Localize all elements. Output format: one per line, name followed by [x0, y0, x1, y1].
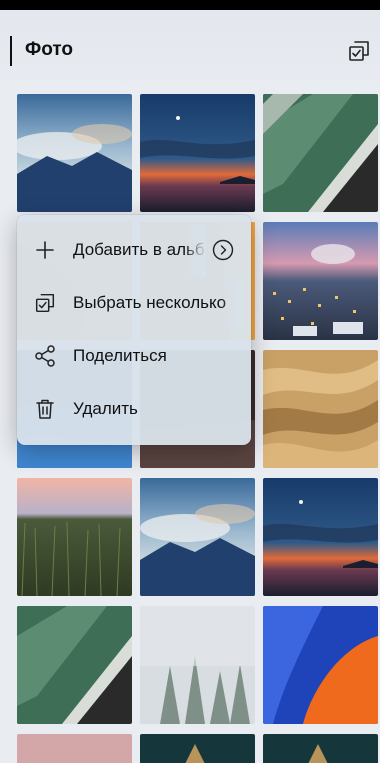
share-icon: [35, 345, 55, 367]
page-title: Фото: [25, 39, 74, 60]
photo-tile[interactable]: [140, 606, 255, 724]
header: Фото: [0, 10, 380, 86]
photo-tile[interactable]: [263, 606, 378, 724]
context-menu: Добавить в альбом Выбрать несколько Поде…: [17, 215, 251, 445]
photo-tile[interactable]: [140, 94, 255, 212]
photo-aurora: [140, 734, 255, 763]
photo-tile[interactable]: [263, 350, 378, 468]
menu-label-select-multiple: Выбрать несколько: [73, 293, 227, 312]
photo-tile[interactable]: [140, 734, 255, 763]
menu-item-add-to-album[interactable]: Добавить в альбом: [17, 225, 251, 277]
photo-aerial-waves: [263, 94, 378, 212]
photo-sunset-sea: [140, 94, 255, 212]
photo-tile[interactable]: [140, 478, 255, 596]
photo-tile[interactable]: [263, 734, 378, 763]
trash-icon: [36, 399, 54, 419]
menu-label-delete: Удалить: [73, 399, 138, 418]
photo-orange-blue-abstract: [263, 606, 378, 724]
photo-tile[interactable]: [17, 606, 132, 724]
label-fade: [221, 278, 243, 330]
photo-dusk-city: [263, 222, 378, 340]
photo-tile[interactable]: [263, 222, 378, 340]
photo-mountain-clouds: [140, 478, 255, 596]
photos-window: Фото Добавить в Выбрать несколько Подели…: [0, 10, 380, 763]
photo-tile[interactable]: [17, 478, 132, 596]
photo-snowy-forest: [140, 606, 255, 724]
plus-icon: [36, 241, 54, 259]
photo-sunset-clouds: [17, 734, 132, 763]
photo-aurora: [263, 734, 378, 763]
menu-label-share: Поделиться: [73, 346, 167, 365]
photo-tile[interactable]: [263, 94, 378, 212]
photo-tile[interactable]: [17, 94, 132, 212]
menu-item-select-multiple[interactable]: Выбрать несколько: [17, 278, 251, 330]
menu-item-delete[interactable]: Удалить: [17, 384, 251, 436]
photo-mountain-clouds: [17, 94, 132, 212]
select-multiple-icon: [35, 293, 55, 313]
focus-indicator: [10, 36, 12, 66]
chevron-right-icon[interactable]: [212, 239, 234, 261]
photo-sand-dunes: [263, 350, 378, 468]
photo-sunset-sea: [263, 478, 378, 596]
menu-item-share[interactable]: Поделиться: [17, 331, 251, 383]
photo-aerial-waves: [17, 606, 132, 724]
select-multiple-icon: [349, 41, 369, 61]
select-multiple-button[interactable]: [346, 38, 372, 64]
photo-tile[interactable]: [17, 734, 132, 763]
photo-grass-field: [17, 478, 132, 596]
photo-tile[interactable]: [263, 478, 378, 596]
label-fade: [184, 225, 206, 277]
